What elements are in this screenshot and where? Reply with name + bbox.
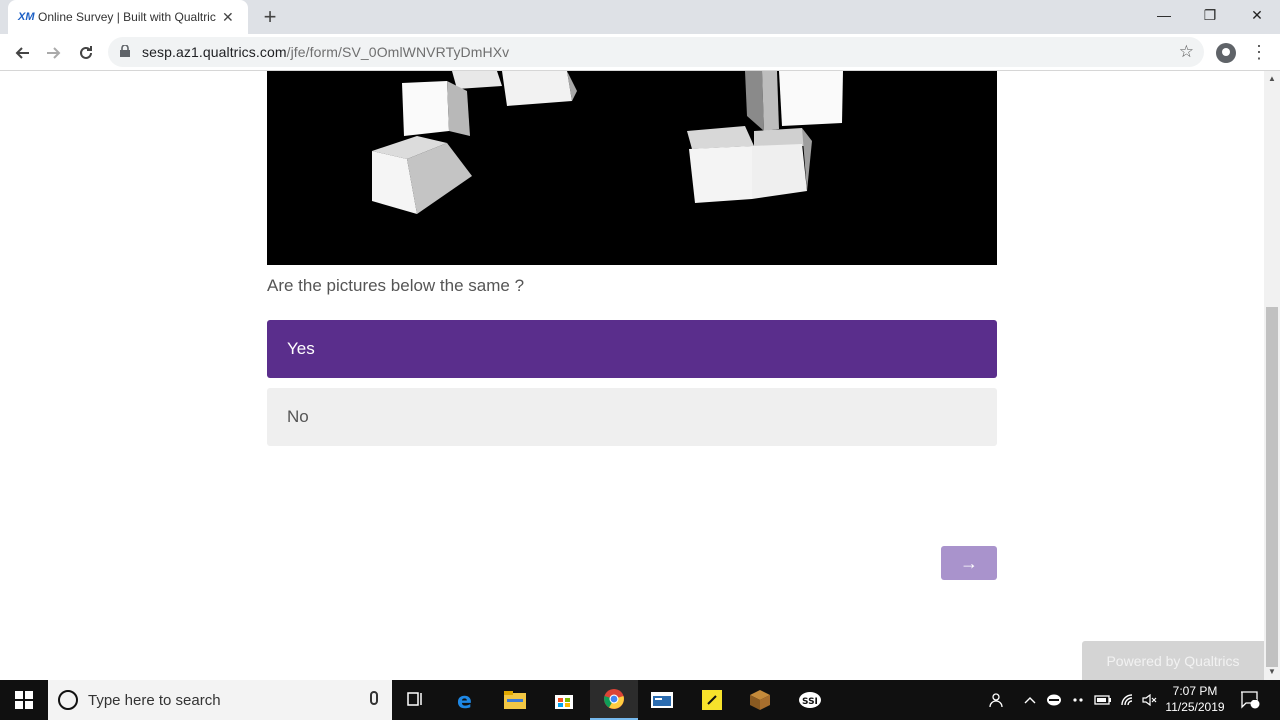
address-bar[interactable]: sesp.az1.qualtrics.com/jfe/form/SV_0OmlW… [108, 37, 1204, 67]
tray-app-icon[interactable] [1044, 680, 1064, 720]
windows-start-icon[interactable] [0, 680, 48, 720]
minecraft-icon[interactable] [736, 680, 784, 720]
tab-title: Online Survey | Built with Qualtrics [38, 10, 216, 24]
clock-time: 7:07 PM [1172, 684, 1218, 698]
url-host: sesp.az1.qualtrics.com [142, 44, 287, 60]
battery-icon[interactable] [1092, 680, 1114, 720]
reload-icon[interactable] [73, 40, 99, 66]
close-window-button[interactable]: ✕ [1234, 0, 1280, 30]
file-explorer-icon[interactable] [491, 680, 539, 720]
page-scrollbar[interactable]: ▲ ▼ [1264, 71, 1280, 680]
scroll-up-icon[interactable]: ▲ [1264, 71, 1280, 87]
chrome-icon[interactable] [590, 680, 638, 720]
restore-button[interactable]: ❐ [1187, 0, 1233, 30]
scroll-thumb[interactable] [1266, 307, 1278, 667]
microphone-icon[interactable] [370, 691, 378, 705]
more-tray-icon[interactable] [1068, 680, 1090, 720]
question-text: Are the pictures below the same ? [267, 276, 525, 295]
task-view-icon[interactable] [392, 680, 440, 720]
tab-strip: XM Online Survey | Built with Qualtrics … [0, 0, 1280, 34]
ssi-icon[interactable]: SSI [786, 680, 834, 720]
tab-close-icon[interactable]: ✕ [222, 9, 234, 26]
menu-icon[interactable]: ⋮ [1250, 40, 1268, 64]
svg-text:e: e [457, 689, 472, 711]
scroll-down-icon[interactable]: ▼ [1264, 664, 1280, 680]
survey-page: Are the pictures below the same ? Yes No… [0, 71, 1264, 680]
url-text: sesp.az1.qualtrics.com/jfe/form/SV_0OmlW… [142, 44, 509, 60]
minimize-button[interactable]: — [1141, 0, 1187, 30]
windows-taskbar: Type here to search e SSI 7:07 PM 11/25/… [0, 680, 1280, 720]
forward-icon[interactable] [41, 40, 67, 66]
choice-yes[interactable]: Yes [267, 320, 997, 378]
people-icon[interactable] [984, 680, 1006, 720]
taskbar-search-box[interactable]: Type here to search [48, 680, 392, 720]
action-center-icon[interactable]: 1 [1236, 680, 1264, 720]
browser-toolbar: sesp.az1.qualtrics.com/jfe/form/SV_0OmlW… [0, 34, 1280, 71]
wifi-icon[interactable] [1117, 680, 1139, 720]
browser-tab[interactable]: XM Online Survey | Built with Qualtrics … [8, 0, 248, 34]
qualtrics-favicon-icon: XM [18, 11, 35, 23]
choice-no[interactable]: No [267, 388, 997, 446]
window-app-icon[interactable] [638, 680, 686, 720]
svg-text:SSI: SSI [802, 697, 818, 707]
powered-by-qualtrics-link[interactable]: Powered by Qualtrics [1082, 641, 1264, 680]
cube-figure-right [687, 71, 843, 203]
edge-icon[interactable]: e [442, 680, 490, 720]
clock-date: 11/25/2019 [1165, 700, 1225, 714]
cortana-icon [58, 690, 78, 710]
stimulus-image [267, 71, 997, 265]
volume-muted-icon[interactable] [1139, 680, 1161, 720]
cube-figure-left [372, 71, 577, 214]
new-tab-button[interactable]: + [260, 5, 280, 29]
search-placeholder: Type here to search [88, 691, 221, 709]
back-icon[interactable] [9, 40, 35, 66]
lock-icon [120, 43, 142, 60]
taskbar-clock[interactable]: 7:07 PM 11/25/2019 [1160, 683, 1230, 715]
notification-count: 1 [1252, 692, 1258, 702]
choice-yes-label: Yes [287, 339, 315, 358]
star-icon[interactable]: ☆ [1179, 42, 1194, 62]
url-path: /jfe/form/SV_0OmlWNVRTyDmHXv [286, 44, 510, 60]
sticky-notes-icon[interactable] [688, 680, 736, 720]
choice-no-label: No [287, 407, 309, 426]
account-icon[interactable] [1216, 43, 1236, 63]
store-icon[interactable] [540, 680, 588, 720]
next-button[interactable]: → [941, 546, 997, 580]
show-hidden-icons-icon[interactable] [1020, 680, 1040, 720]
